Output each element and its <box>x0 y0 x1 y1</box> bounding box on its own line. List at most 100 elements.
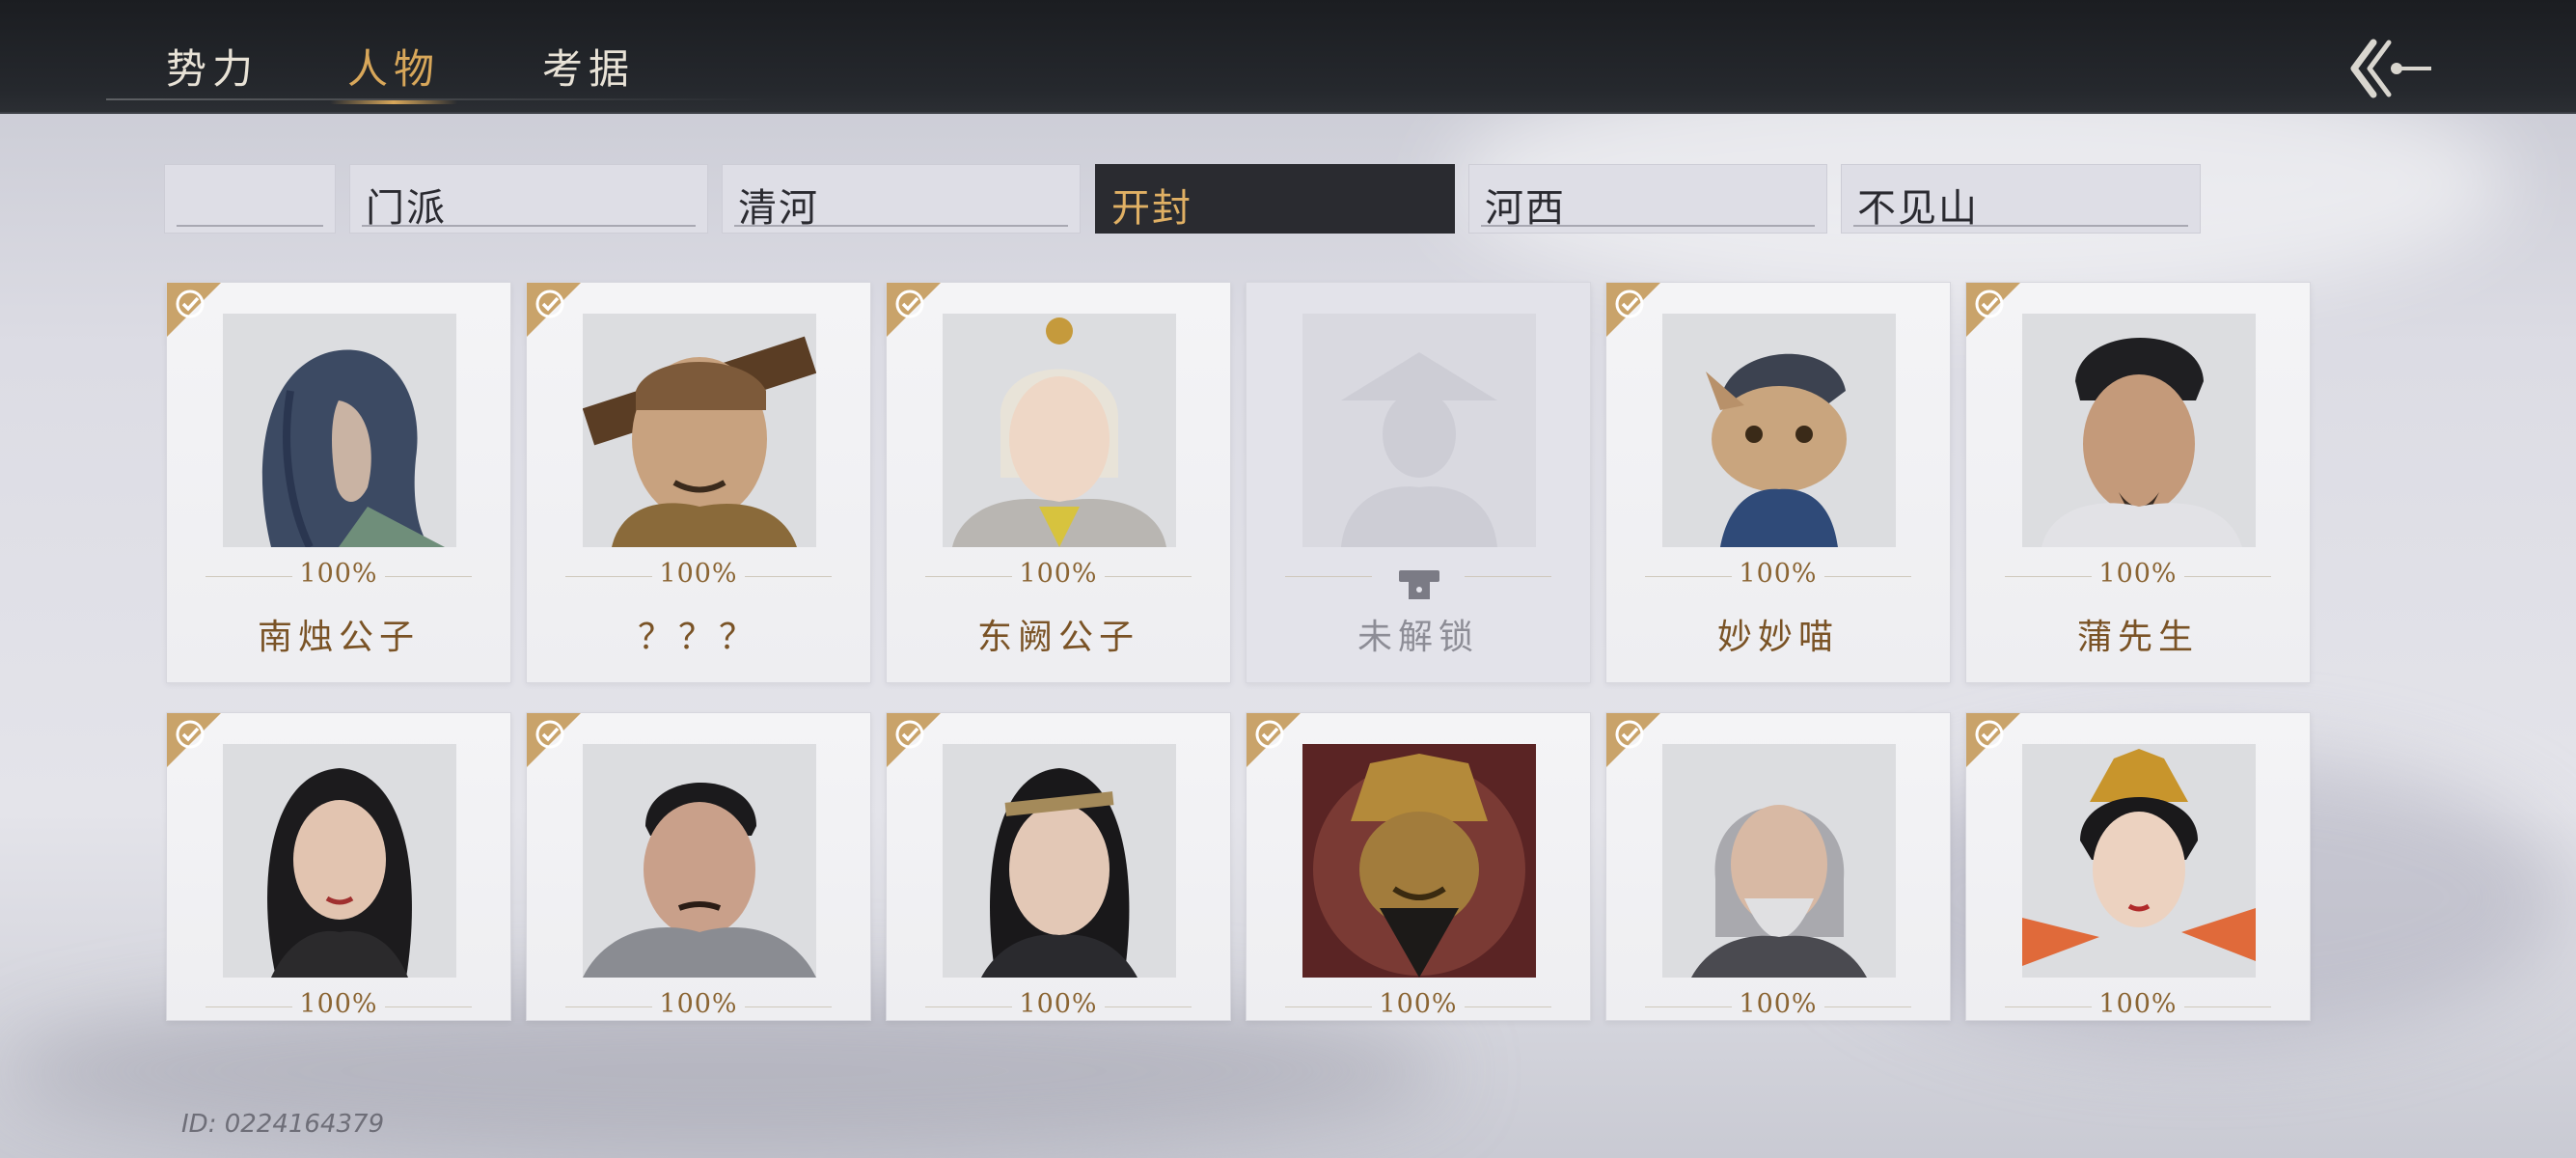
region-tab-sect[interactable]: 门派 <box>349 164 708 234</box>
check-icon <box>1975 290 2004 318</box>
character-portrait <box>2022 314 2256 547</box>
character-name: 未解锁 <box>1357 618 1479 657</box>
progress-row: 100% <box>167 976 510 1020</box>
tab-research-label: 考据 <box>542 45 636 93</box>
character-card[interactable]: 100% 蒲先生 <box>1965 282 2311 683</box>
region-tab-bujianshan[interactable]: 不见山 <box>1841 164 2201 234</box>
tab-divider <box>106 98 772 100</box>
progress-line-left <box>1645 576 1732 577</box>
progress-line-left <box>2005 576 2092 577</box>
character-card[interactable]: 100% <box>1965 712 2311 1021</box>
tab-factions-label: 势力 <box>166 45 260 93</box>
character-portrait <box>223 314 456 547</box>
progress-line-right <box>1105 1006 1192 1007</box>
progress-text: 100% <box>1379 989 1458 1019</box>
progress-line-right <box>2184 576 2271 577</box>
check-icon <box>1255 720 1284 749</box>
active-tab-underline <box>330 100 458 104</box>
progress-row: 100% <box>1966 976 2310 1020</box>
progress-row: 100% <box>1966 545 2310 603</box>
progress-text: 100% <box>1019 989 1098 1019</box>
progress-text: 100% <box>2098 989 2178 1019</box>
progress-line-right <box>1824 576 1911 577</box>
check-icon <box>1975 720 2004 749</box>
check-icon <box>535 720 564 749</box>
character-card-locked[interactable]: 未解锁 <box>1246 282 1591 683</box>
progress-text: 100% <box>299 989 378 1019</box>
progress-line-left <box>206 1006 292 1007</box>
character-name: ？？？ <box>637 618 759 657</box>
top-bar: 势力 人物 考据 <box>0 0 2576 114</box>
character-portrait <box>943 314 1176 547</box>
character-card[interactable]: 100% 妙妙喵 <box>1605 282 1951 683</box>
progress-line-right <box>2184 1006 2271 1007</box>
progress-line-left <box>1285 576 1372 577</box>
character-card[interactable]: 100% 东阙公子 <box>886 282 1231 683</box>
character-card[interactable]: 100% <box>1246 712 1591 1021</box>
character-card[interactable]: 100% <box>166 712 511 1021</box>
progress-row: 100% <box>167 545 510 603</box>
progress-row: 100% <box>527 545 870 603</box>
locked-silhouette <box>1302 314 1536 547</box>
check-icon <box>176 720 205 749</box>
character-name: 东阙公子 <box>976 618 1139 657</box>
character-portrait <box>583 314 816 547</box>
progress-row: 100% <box>1247 976 1590 1020</box>
progress-line-right <box>385 1006 472 1007</box>
tab-research[interactable]: 考据 <box>542 37 635 96</box>
character-portrait <box>1302 744 1536 978</box>
progress-text: 100% <box>659 559 738 589</box>
character-card[interactable]: 100% <box>886 712 1231 1021</box>
character-name: 蒲先生 <box>2076 618 2199 657</box>
character-name: 妙妙喵 <box>1716 618 1839 657</box>
progress-text: 100% <box>659 989 738 1019</box>
region-tab-underline <box>734 225 1068 227</box>
progress-line-right <box>1465 1006 1551 1007</box>
progress-text: 100% <box>1019 559 1098 589</box>
check-icon <box>176 290 205 318</box>
character-card[interactable]: 100% <box>526 712 871 1021</box>
progress-line-left <box>2005 1006 2092 1007</box>
region-tab-blank[interactable] <box>164 164 336 234</box>
character-card[interactable]: 100% 南烛公子 <box>166 282 511 683</box>
character-portrait <box>583 744 816 978</box>
progress-line-left <box>925 1006 1012 1007</box>
character-portrait <box>943 744 1176 978</box>
character-portrait <box>1662 744 1896 978</box>
progress-row: 100% <box>1606 545 1950 603</box>
progress-row: 100% <box>527 976 870 1020</box>
region-tab-underline <box>1853 225 2188 227</box>
tab-factions[interactable]: 势力 <box>166 37 259 96</box>
character-portrait <box>223 744 456 978</box>
progress-line-left <box>1645 1006 1732 1007</box>
region-tab-hexi[interactable]: 河西 <box>1468 164 1827 234</box>
progress-row: 100% <box>1606 976 1950 1020</box>
character-card[interactable]: 100% <box>1605 712 1951 1021</box>
lock-icon <box>1399 570 1439 599</box>
progress-line-right <box>1465 576 1551 577</box>
progress-line-right <box>745 576 832 577</box>
character-portrait <box>1662 314 1896 547</box>
character-name: 南烛公子 <box>257 618 420 657</box>
region-tab-kaifeng[interactable]: 开封 <box>1095 164 1455 234</box>
progress-line-right <box>745 1006 832 1007</box>
region-tab-underline <box>1481 225 1815 227</box>
progress-line-right <box>385 576 472 577</box>
progress-row: 100% <box>887 545 1230 603</box>
progress-text: 100% <box>2098 559 2178 589</box>
player-id: ID: 0224164379 <box>181 1110 385 1139</box>
progress-text: 100% <box>299 559 378 589</box>
tab-characters[interactable]: 人物 <box>330 37 458 104</box>
check-icon <box>535 290 564 318</box>
check-icon <box>895 720 924 749</box>
back-button[interactable] <box>2346 35 2433 102</box>
progress-line-left <box>1285 1006 1372 1007</box>
progress-line-left <box>565 576 652 577</box>
progress-row: 100% <box>887 976 1230 1020</box>
check-icon <box>1615 290 1644 318</box>
region-tab-label: 开封 <box>1111 186 1192 231</box>
character-card[interactable]: 100% ？？？ <box>526 282 871 683</box>
check-icon <box>1615 720 1644 749</box>
region-tab-qinghe[interactable]: 清河 <box>722 164 1081 234</box>
check-icon <box>895 290 924 318</box>
